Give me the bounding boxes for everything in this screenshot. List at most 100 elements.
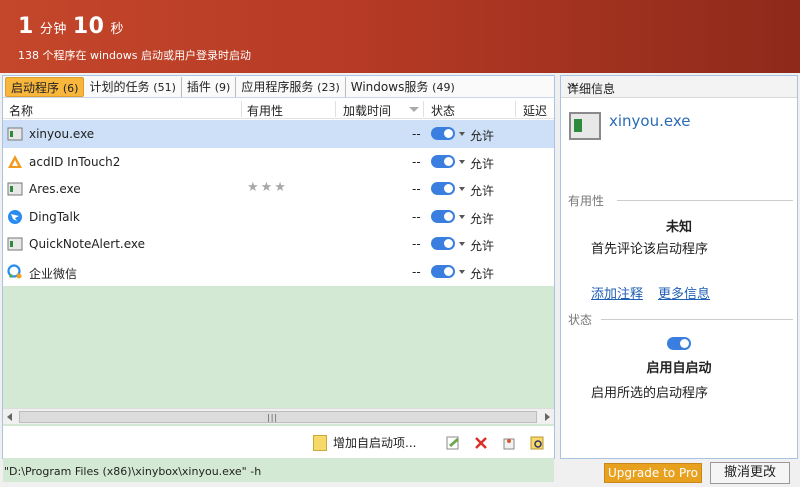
chevron-down-icon[interactable]: [459, 269, 465, 274]
boot-summary-text: 138 个程序在 windows 启动或用户登录时启动: [18, 49, 251, 62]
window-app-icon: [7, 127, 23, 141]
upgrade-button[interactable]: Upgrade to Pro: [604, 463, 702, 483]
usefulness-section-label: 有用性: [568, 194, 605, 208]
tab-label: 启动程序: [11, 80, 60, 95]
table-row[interactable]: xinyou.exe -- 允许: [3, 120, 554, 148]
details-title-bar: 详细信息 »: [561, 76, 797, 98]
acd-triangle-icon: [8, 154, 22, 168]
column-divider[interactable]: [335, 101, 336, 117]
properties-icon[interactable]: [529, 435, 545, 451]
row-load-time: --: [412, 209, 421, 224]
add-startup-label: 增加自启动项...: [333, 436, 417, 450]
chevron-down-icon[interactable]: [459, 242, 465, 247]
tab-label: 计划的任务: [89, 79, 150, 94]
row-status: 允许: [470, 156, 495, 171]
add-startup-button[interactable]: 增加自启动项...: [313, 434, 416, 451]
row-name: xinyou.exe: [29, 127, 95, 141]
status-hint: 启用所选的启动程序: [591, 386, 709, 401]
tab-windows-services[interactable]: Windows服务 (49): [346, 77, 460, 97]
tab-startup-programs[interactable]: 启动程序 (6): [5, 76, 85, 97]
usefulness-value: 未知: [665, 220, 692, 235]
tab-label: 应用程序服务: [241, 79, 314, 94]
selected-app-icon: [569, 112, 601, 140]
row-load-time: --: [412, 237, 421, 252]
enable-toggle[interactable]: [431, 264, 455, 278]
scroll-thumb[interactable]: |||: [19, 411, 537, 423]
edit-icon[interactable]: [445, 435, 461, 451]
table-row[interactable]: acdID InTouch2 -- 允许: [3, 148, 554, 176]
row-load-time: --: [412, 264, 421, 279]
tab-app-services[interactable]: 应用程序服务 (23): [236, 76, 346, 97]
table-row[interactable]: 企业微信 -- 允许: [3, 258, 554, 286]
column-divider[interactable]: [515, 101, 516, 117]
tab-scheduled-tasks[interactable]: 计划的任务 (51): [84, 76, 182, 97]
column-header-row: 名称 有用性 加载时间 状态 延迟时: [3, 99, 554, 135]
column-usefulness[interactable]: 有用性: [247, 102, 283, 119]
usefulness-hint: 首先评论该启动程序: [591, 242, 709, 257]
row-status: 允许: [470, 184, 495, 199]
sort-descending-icon: [409, 107, 419, 112]
wecom-icon: [7, 264, 22, 279]
table-row[interactable]: Ares.exe ★★★ -- 允许: [3, 175, 554, 203]
table-row[interactable]: QuickNoteAlert.exe -- 允许: [3, 230, 554, 258]
column-name[interactable]: 名称: [9, 102, 33, 119]
enable-toggle[interactable]: [431, 127, 455, 140]
row-load-time: --: [412, 127, 421, 141]
row-status: 允许: [470, 129, 495, 143]
window-app-icon: [7, 182, 23, 196]
tab-label: Windows服务: [350, 79, 429, 94]
boot-seconds: 10: [72, 14, 105, 39]
row-name: DingTalk: [29, 209, 80, 224]
tab-count: (9): [214, 80, 231, 94]
row-name: QuickNoteAlert.exe: [29, 237, 146, 252]
add-note-link[interactable]: 添加注释: [591, 283, 643, 302]
window-app-icon: [7, 237, 23, 251]
enable-toggle[interactable]: [431, 237, 455, 251]
chevron-down-icon[interactable]: [459, 187, 465, 192]
boot-minutes-unit: 分钟: [39, 22, 67, 37]
row-name: acdID InTouch2: [29, 154, 121, 169]
list-toolbar: 增加自启动项...: [3, 426, 554, 458]
column-divider[interactable]: [423, 101, 424, 117]
rating-stars[interactable]: ★★★: [247, 180, 288, 195]
status-toggle[interactable]: [667, 337, 691, 350]
command-line-text: "D:\Program Files (x86)\xinybox\xinyou.e…: [4, 465, 262, 478]
row-load-time: --: [412, 182, 421, 197]
table-row[interactable]: DingTalk -- 允许: [3, 203, 554, 231]
open-location-icon[interactable]: [501, 435, 517, 451]
enable-toggle[interactable]: [431, 154, 455, 168]
details-panel: 详细信息 » xinyou.exe 有用性 未知 首先评论该启动程序 添加注释 …: [560, 75, 798, 459]
status-value: 启用自启动: [646, 361, 712, 376]
section-divider: [601, 319, 793, 320]
column-divider[interactable]: [241, 101, 242, 117]
tab-count: (23): [317, 80, 340, 94]
scroll-left-icon[interactable]: [7, 413, 12, 421]
delete-icon[interactable]: [473, 435, 489, 451]
boot-time: 1 分钟 10 秒: [18, 14, 130, 39]
scroll-right-icon[interactable]: [545, 413, 550, 421]
dingtalk-icon: [8, 209, 22, 224]
row-name: 企业微信: [29, 266, 78, 281]
startup-list-panel: 启动程序 (6) 计划的任务 (51) 插件 (9) 应用程序服务 (23) W…: [2, 75, 555, 482]
undo-changes-button[interactable]: 撤消更改: [710, 462, 790, 484]
startup-table: xinyou.exe -- 允许 acdID InTouch2 -- 允许 Ar…: [3, 120, 554, 286]
chevron-down-icon[interactable]: [459, 132, 465, 136]
row-status: 允许: [470, 239, 495, 254]
row-load-time: --: [412, 154, 421, 169]
collapse-panel-icon[interactable]: »: [567, 78, 791, 94]
column-status[interactable]: 状态: [431, 102, 455, 119]
row-name: Ares.exe: [29, 182, 81, 197]
column-load-time[interactable]: 加载时间: [343, 102, 391, 119]
chevron-down-icon[interactable]: [459, 159, 465, 164]
add-document-icon: [313, 434, 327, 451]
summary-header: 1 分钟 10 秒 138 个程序在 windows 启动或用户登录时启动: [0, 0, 800, 73]
enable-toggle[interactable]: [431, 182, 455, 196]
category-tabs: 启动程序 (6) 计划的任务 (51) 插件 (9) 应用程序服务 (23) W…: [3, 76, 554, 98]
enable-toggle[interactable]: [431, 209, 455, 223]
grip-icon: |||: [267, 413, 279, 422]
chevron-down-icon[interactable]: [459, 214, 465, 219]
horizontal-scrollbar[interactable]: |||: [3, 408, 554, 424]
tab-plugins[interactable]: 插件 (9): [182, 76, 237, 97]
more-info-link[interactable]: 更多信息: [658, 283, 710, 302]
row-status: 允许: [470, 266, 495, 281]
